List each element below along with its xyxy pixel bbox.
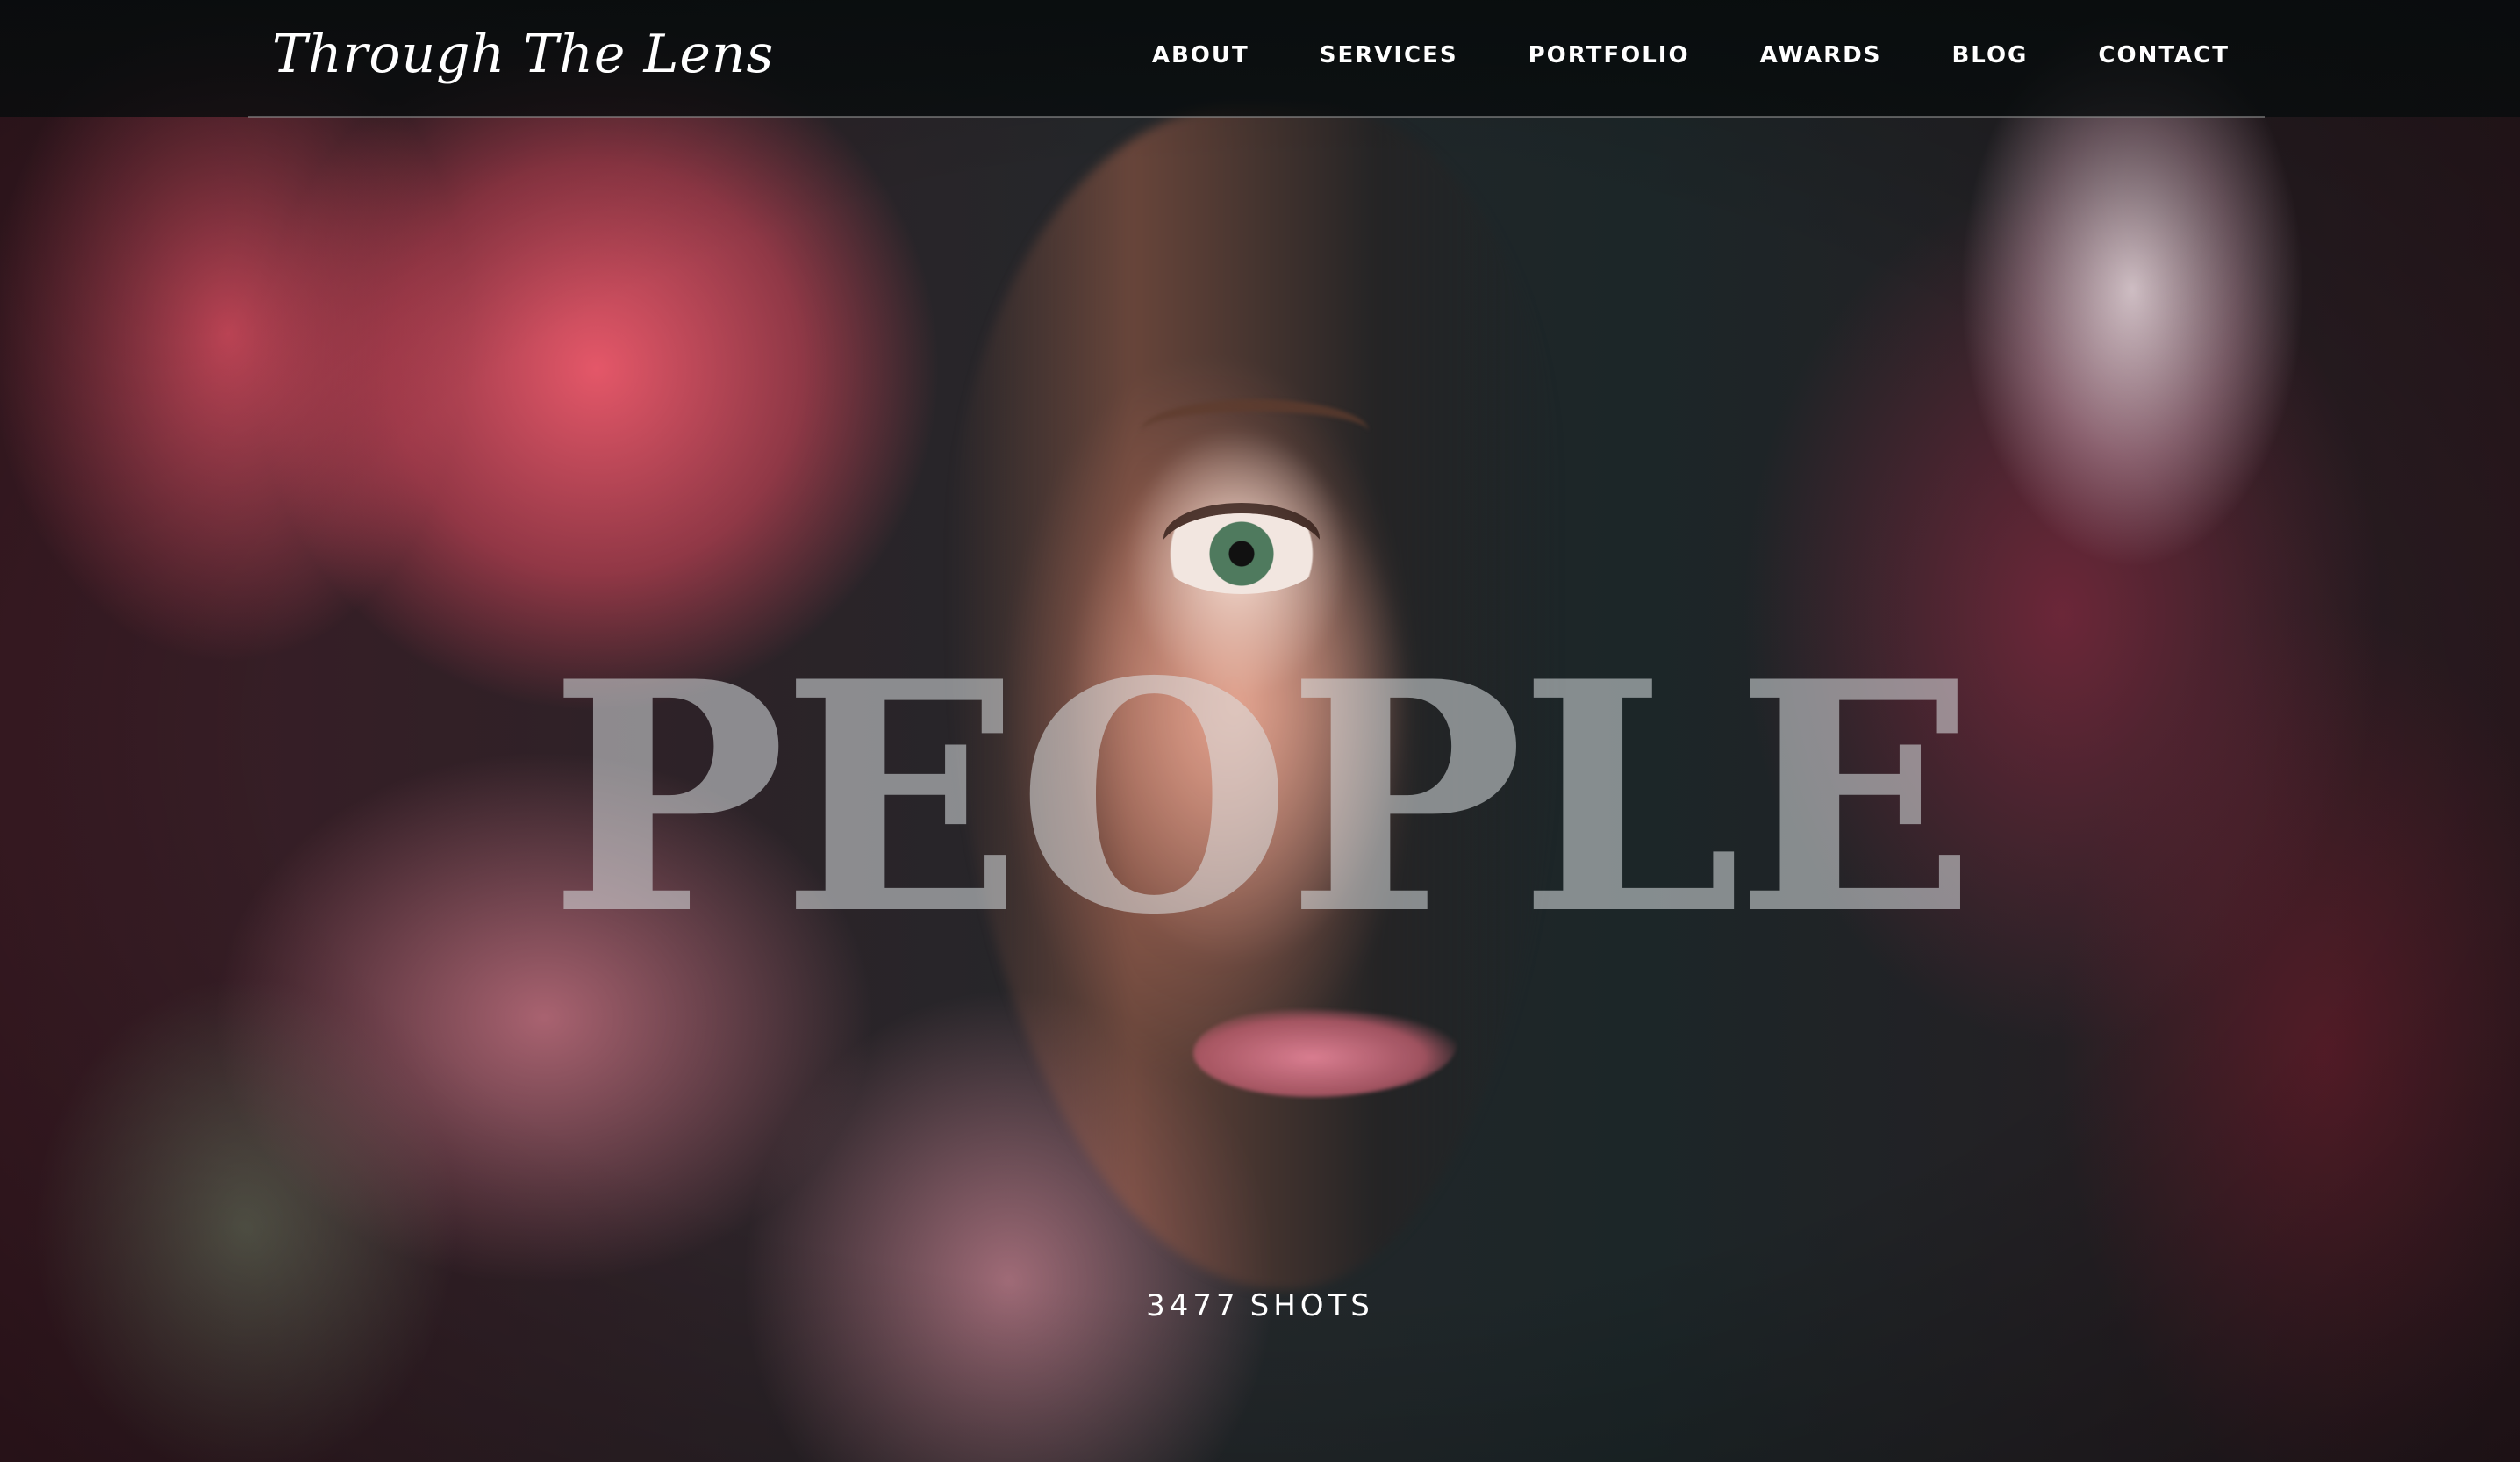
shot-count-unit: SHOTS <box>1249 1288 1374 1323</box>
hero-title: PEOPLE <box>548 613 1977 984</box>
main-nav: ABOUT SERVICES PORTFOLIO AWARDS BLOG CON… <box>1152 0 2230 111</box>
nav-item-blog[interactable]: BLOG <box>1951 42 2028 68</box>
brand-logo[interactable]: Through The Lens <box>272 19 774 90</box>
nav-divider <box>248 116 2265 118</box>
nav-item-contact[interactable]: CONTACT <box>2098 42 2230 68</box>
top-navigation-bar: Through The Lens ABOUT SERVICES PORTFOLI… <box>0 0 2520 117</box>
shot-count-number: 3477 <box>1146 1288 1240 1323</box>
hero-section: PEOPLE 3477 SHOTS Through The Lens ABOUT … <box>0 0 2520 1462</box>
nav-item-services[interactable]: SERVICES <box>1320 42 1458 68</box>
nav-item-about[interactable]: ABOUT <box>1152 42 1249 68</box>
nav-item-awards[interactable]: AWARDS <box>1760 42 1882 68</box>
nav-item-portfolio[interactable]: PORTFOLIO <box>1528 42 1690 68</box>
shot-count: 3477 SHOTS <box>0 1288 2520 1323</box>
